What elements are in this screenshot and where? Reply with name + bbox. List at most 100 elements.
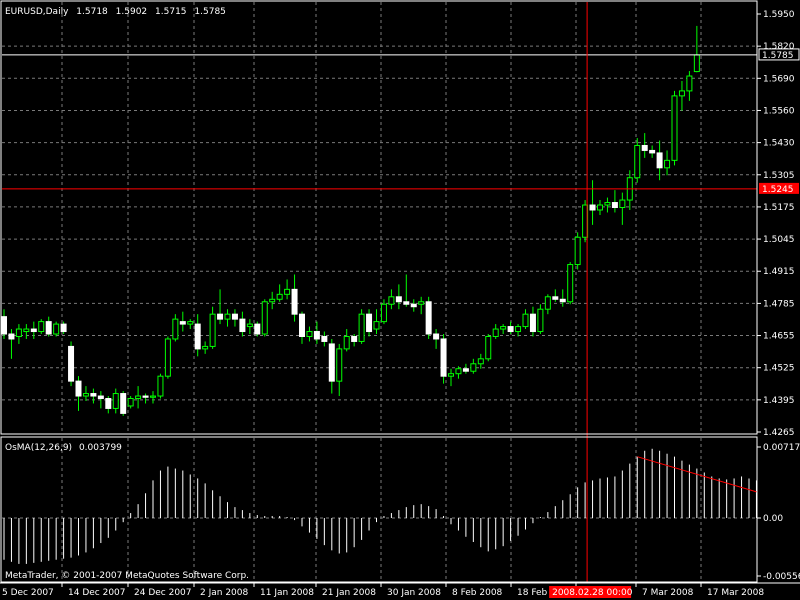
price-tick-label: 1.5560 (763, 106, 795, 116)
candle-bullish (343, 335, 350, 350)
candle-bearish (97, 395, 104, 400)
symbol-label: EURUSD,Daily (5, 7, 69, 17)
candle-bullish (112, 393, 119, 409)
candle-bullish (261, 301, 268, 335)
candle-bullish (567, 264, 574, 303)
candle-bullish (597, 204, 603, 211)
price-tick-label: 1.5690 (763, 74, 795, 84)
candle-bearish (239, 318, 246, 333)
candle-bearish (351, 335, 358, 342)
price-tick-label: 1.5045 (763, 235, 795, 245)
price-tick-label: 1.4395 (763, 396, 795, 406)
candlestick-series (1, 25, 700, 416)
candle-bearish (194, 323, 201, 350)
candle-bullish (515, 326, 522, 333)
candle-bearish (179, 321, 186, 325)
price-tick-label: 1.5950 (763, 10, 795, 20)
indicator-tick-label: -0.00556 (763, 572, 800, 582)
time-tick-label: 21 Jan 2008 (322, 588, 376, 598)
candle-bullish (492, 328, 499, 337)
time-tick-label: 24 Dec 2007 (134, 588, 192, 598)
osma-histogram (3, 448, 757, 564)
candle-bearish (1, 316, 7, 335)
candle-bullish (157, 375, 164, 397)
candle-bearish (410, 303, 417, 308)
candle-bearish (299, 313, 305, 337)
candle-bullish (470, 363, 477, 372)
candle-bullish (15, 328, 22, 337)
candle-bullish (23, 328, 30, 333)
candle-bullish (224, 313, 231, 320)
candle-bearish (254, 323, 261, 335)
candle-bullish (522, 313, 529, 328)
chart-canvas[interactable]: EURUSD,Daily 1.5718 1.5902 1.5715 1.5785… (0, 0, 800, 600)
candle-bearish (321, 335, 328, 342)
candle-bullish (209, 313, 216, 347)
candle-bearish (328, 343, 335, 382)
candle-bearish (425, 301, 432, 335)
candle-bullish (418, 301, 425, 305)
candle-bullish (544, 296, 551, 310)
indicator-grid (2, 438, 757, 582)
price-tick-label: 1.5430 (763, 139, 795, 149)
time-tick-label: 2 Jan 2008 (200, 588, 248, 598)
candle-bearish (30, 328, 37, 333)
crosshair-price-badge: 1.5245 (759, 182, 799, 195)
time-tick-label: 5 Dec 2007 (2, 588, 54, 598)
candle-bearish (403, 301, 410, 305)
header-text: EURUSD,Daily 1.5718 1.5902 1.5715 1.5785 (5, 7, 226, 17)
candle-bearish (507, 326, 514, 333)
price-tick-label: 1.4525 (763, 364, 795, 374)
candle-bearish (68, 345, 75, 382)
crosshair-price-label: 1.5245 (762, 185, 794, 195)
candle-bearish (589, 204, 596, 211)
candle-bearish (552, 296, 559, 300)
indicator-tick-label: 0.00 (763, 514, 783, 524)
candle-bearish (142, 395, 149, 398)
candle-bearish (440, 338, 447, 377)
candle-bearish (433, 333, 440, 340)
candle-bearish (656, 152, 663, 169)
crosshair-time-badge: 2008.02.28 00:00 (549, 586, 633, 598)
copyright-text: MetaTrader, © 2001-2007 MetaQuotes Softw… (5, 571, 249, 581)
candle-bullish (306, 331, 313, 337)
candle-bearish (313, 331, 320, 340)
time-tick-label: 8 Feb 2008 (452, 588, 503, 598)
candle-bearish (559, 298, 566, 303)
candle-bearish (366, 313, 373, 333)
candle-bullish (164, 338, 171, 377)
candle-bearish (529, 313, 536, 333)
candle-bearish (120, 393, 127, 414)
time-tick-label: 11 Jan 2008 (260, 588, 314, 598)
time-tick-label: 17 Mar 2008 (707, 588, 764, 598)
candle-bullish (150, 395, 156, 398)
candle-bullish (388, 296, 395, 305)
candle-bullish (634, 144, 641, 179)
indicator-tick-label: 0.007179 (763, 443, 800, 453)
candle-bearish (105, 398, 112, 409)
price-axis: 1.59501.58201.56901.55601.54301.53051.51… (757, 10, 795, 438)
candle-bullish (671, 95, 678, 161)
open-value: 1.5718 (76, 7, 108, 17)
candle-bullish (202, 345, 209, 350)
candle-bearish (291, 288, 298, 315)
candle-bullish (574, 236, 581, 266)
price-tick-label: 1.4785 (763, 299, 795, 309)
candle-bearish (395, 296, 402, 303)
price-tick-label: 1.4915 (763, 267, 795, 277)
candle-bullish (82, 393, 89, 397)
candle-bearish (649, 149, 656, 154)
price-grid (2, 2, 757, 434)
candle-bullish (485, 335, 492, 360)
candle-bullish (276, 293, 283, 300)
crosshair-time-label: 2008.02.28 00:00 (552, 588, 633, 598)
candle-bearish (217, 313, 224, 320)
current-price-badge: 1.5785 (758, 48, 800, 61)
price-panel-border (0, 0, 758, 435)
candle-bullish (693, 54, 700, 73)
candle-bullish (187, 321, 194, 325)
candle-bullish (284, 288, 291, 295)
indicator-title: OsMA(12,26,9) 0.003799 (5, 443, 122, 453)
candle-bullish (619, 199, 626, 208)
candle-bearish (8, 333, 15, 340)
